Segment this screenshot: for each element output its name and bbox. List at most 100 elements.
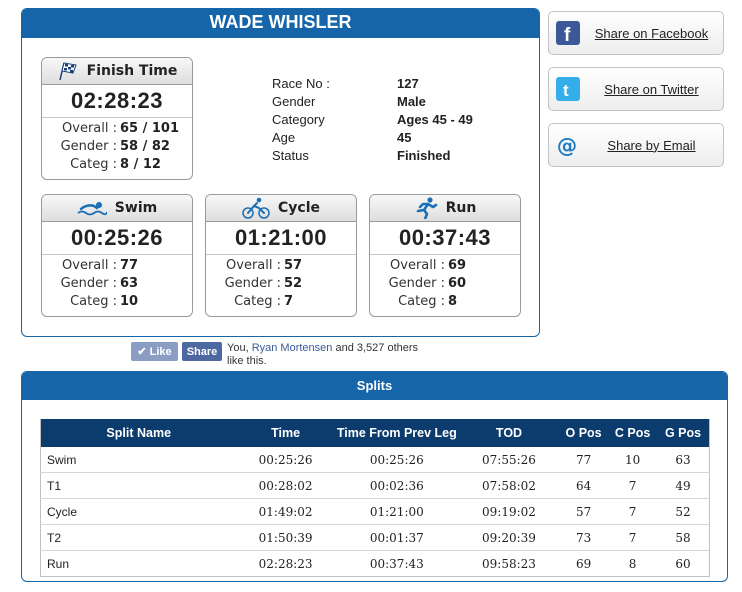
splits-table: Split Name Time Time From Prev Leg TOD O…	[40, 419, 710, 577]
run-title: Run	[445, 200, 477, 216]
info-key: Race No :	[272, 76, 330, 91]
share-email-button[interactable]: @ Share by Email	[548, 123, 724, 167]
column-header: Time From Prev Leg	[334, 419, 459, 447]
info-value: Finished	[397, 148, 451, 163]
swim-title: Swim	[114, 200, 158, 216]
cycle-categ-row: Categ :7	[206, 293, 356, 311]
swimmer-icon	[77, 200, 107, 216]
share-twitter-button[interactable]: t Share on Twitter	[548, 67, 724, 111]
column-header: C Pos	[608, 419, 658, 447]
stat-value: 7	[284, 294, 294, 309]
svg-text:@: @	[557, 133, 577, 157]
split-name: Swim	[40, 447, 237, 473]
split-prev-leg: 00:02:36	[334, 472, 459, 499]
split-time: 00:25:26	[236, 447, 335, 473]
split-prev-leg: 01:21:00	[334, 498, 459, 525]
share-facebook-button[interactable]: f Share on Facebook	[548, 11, 724, 55]
split-g-pos: 49	[657, 472, 710, 499]
like-count-text: You, Ryan Mortensen and 3,527 others lik…	[227, 342, 427, 368]
swim-gender-row: Gender :63	[42, 275, 192, 293]
cycle-header: Cycle	[206, 195, 356, 222]
info-value: Ages 45 - 49	[397, 112, 473, 127]
facebook-like-bar: ✔ Like Share You, Ryan Mortensen and 3,5…	[131, 342, 427, 368]
split-c-pos: 7	[608, 524, 658, 551]
stat-value: 63	[120, 276, 139, 291]
stat-label: Overall :	[62, 121, 117, 136]
cycle-box: Cycle 01:21:00 Overall :57 Gender :52 Ca…	[205, 194, 357, 317]
split-time: 01:50:39	[236, 524, 335, 551]
svg-text:f: f	[564, 25, 571, 45]
split-tod: 09:58:23	[458, 550, 560, 577]
split-c-pos: 7	[608, 472, 658, 499]
swim-categ-row: Categ :10	[42, 293, 192, 311]
split-c-pos: 7	[608, 498, 658, 525]
info-value: Male	[397, 94, 426, 109]
splits-header-row: Split Name Time Time From Prev Leg TOD O…	[40, 419, 710, 447]
facebook-share-button[interactable]: Share	[182, 342, 222, 361]
split-name: T2	[40, 524, 237, 551]
stat-value: 8 / 12	[120, 157, 161, 172]
like-text-prefix: You,	[227, 342, 252, 354]
stat-value: 65 / 101	[120, 121, 180, 136]
share-twitter-label[interactable]: Share on Twitter	[580, 82, 723, 97]
like-button[interactable]: ✔ Like	[131, 342, 178, 361]
info-value: 45	[397, 130, 412, 145]
stat-value: 52	[284, 276, 303, 291]
stat-label: Overall :	[226, 258, 281, 273]
split-o-pos: 57	[559, 498, 609, 525]
finish-overall-row: Overall :65 / 101	[42, 120, 192, 138]
table-row: T1 00:28:02 00:02:36 07:58:02 64 7 49	[40, 472, 710, 499]
stat-label: Gender :	[388, 276, 445, 291]
stat-value: 8	[448, 294, 458, 309]
stat-label: Categ :	[70, 157, 117, 172]
column-header: Split Name	[40, 419, 237, 447]
svg-text:t: t	[563, 81, 569, 100]
stat-label: Categ :	[234, 294, 281, 309]
stat-value: 69	[448, 258, 467, 273]
table-row: Run 02:28:23 00:37:43 09:58:23 69 8 60	[40, 550, 710, 577]
stat-value: 58 / 82	[120, 139, 170, 154]
stat-label: Gender :	[60, 139, 117, 154]
facebook-share-label: Share	[186, 345, 218, 358]
friend-name-link[interactable]: Ryan Mortensen	[252, 342, 333, 354]
share-facebook-label[interactable]: Share on Facebook	[580, 26, 723, 41]
column-header: O Pos	[559, 419, 609, 447]
split-prev-leg: 00:37:43	[334, 550, 459, 577]
stat-label: Categ :	[398, 294, 445, 309]
column-header: Time	[236, 419, 335, 447]
cyclist-icon	[242, 197, 270, 219]
split-g-pos: 52	[657, 498, 710, 525]
info-row: Status Finished	[272, 147, 473, 165]
checkered-flag-icon	[57, 61, 79, 81]
split-name: Cycle	[40, 498, 237, 525]
finish-time-header: Finish Time	[42, 58, 192, 85]
splits-title: Splits	[22, 372, 727, 400]
finish-time-box: Finish Time 02:28:23 Overall :65 / 101 G…	[41, 57, 193, 180]
info-value: 127	[397, 76, 419, 91]
stat-value: 10	[120, 294, 139, 309]
split-o-pos: 77	[559, 447, 609, 473]
cycle-overall-row: Overall :57	[206, 257, 356, 275]
facebook-icon: f	[556, 21, 580, 45]
stat-label: Categ :	[70, 294, 117, 309]
swim-header: Swim	[42, 195, 192, 222]
run-box: Run 00:37:43 Overall :69 Gender :60 Cate…	[369, 194, 521, 317]
run-header: Run	[370, 195, 520, 222]
swim-time-value: 00:25:26	[42, 222, 192, 255]
race-info-table: Race No : 127 Gender Male Category Ages 45 …	[272, 75, 473, 165]
column-header: G Pos	[657, 419, 710, 447]
split-c-pos: 8	[608, 550, 658, 577]
info-row: Gender Male	[272, 93, 473, 111]
split-o-pos: 69	[559, 550, 609, 577]
run-gender-row: Gender :60	[370, 275, 520, 293]
split-name: T1	[40, 472, 237, 499]
cycle-time-value: 01:21:00	[206, 222, 356, 255]
stat-label: Overall :	[390, 258, 445, 273]
finish-time-title: Finish Time	[86, 63, 178, 79]
share-email-label[interactable]: Share by Email	[580, 138, 723, 153]
info-key: Status	[272, 148, 309, 163]
info-row: Category Ages 45 - 49	[272, 111, 473, 129]
splits-panel: Splits Split Name Time Time From Prev Le…	[21, 371, 728, 582]
finish-categ-row: Categ :8 / 12	[42, 156, 192, 174]
stat-value: 77	[120, 258, 139, 273]
